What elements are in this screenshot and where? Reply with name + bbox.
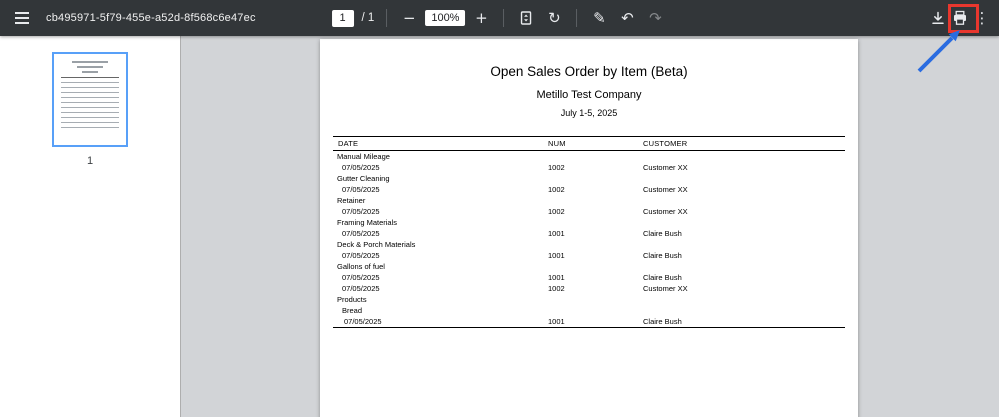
toolbar-divider — [503, 9, 505, 27]
column-header-num: NUM — [548, 138, 566, 148]
toolbar-divider — [386, 9, 388, 27]
num-cell: 1002 — [548, 162, 565, 172]
order-row: 07/05/2025 1001 Claire Bush — [333, 316, 845, 327]
date-cell: 07/05/2025 — [342, 283, 380, 293]
thumbnail-content — [77, 66, 103, 68]
date-cell: 07/05/2025 — [342, 228, 380, 238]
print-button[interactable] — [949, 5, 971, 31]
date-cell: 07/05/2025 — [342, 272, 380, 282]
num-cell: 1001 — [548, 228, 565, 238]
page-count-label: / 1 — [361, 12, 375, 24]
item-group-row: Gallons of fuel — [333, 261, 845, 272]
pdf-viewer-window: cb495971-5f79-455e-a52d-8f568c6e47ec / 1… — [0, 0, 999, 417]
thumbnail-content — [61, 77, 119, 78]
date-cell: 07/05/2025 — [342, 162, 380, 172]
download-button[interactable] — [927, 5, 949, 31]
hamburger-icon — [15, 12, 29, 24]
order-row: 07/05/2025 1002 Customer XX — [333, 206, 845, 217]
annotate-button[interactable]: ✎ — [587, 5, 611, 31]
thumbnail-content — [72, 61, 108, 63]
customer-cell: Customer XX — [643, 283, 688, 293]
undo-button[interactable]: ↶ — [615, 5, 639, 31]
order-row: 07/05/2025 1002 Customer XX — [333, 162, 845, 173]
thumbnail-page-number: 1 — [86, 155, 94, 167]
customer-cell: Claire Bush — [643, 272, 682, 282]
num-cell: 1002 — [548, 206, 565, 216]
customer-cell: Claire Bush — [643, 228, 682, 238]
date-cell: 07/05/2025 — [342, 206, 380, 216]
num-cell: 1001 — [548, 250, 565, 260]
item-group-row: Deck & Porch Materials — [333, 239, 845, 250]
page-thumbnail[interactable] — [52, 52, 128, 147]
customer-cell: Claire Bush — [643, 316, 682, 326]
thumbnail-content — [81, 71, 99, 73]
item-name: Gutter Cleaning — [337, 173, 390, 183]
page-number-input[interactable] — [331, 9, 354, 27]
redo-button[interactable]: ↷ — [643, 5, 667, 31]
item-group-row: Retainer — [333, 195, 845, 206]
num-cell: 1001 — [548, 272, 565, 282]
customer-cell: Customer XX — [643, 184, 688, 194]
company-name: Metillo Test Company — [536, 89, 642, 101]
rotate-button[interactable]: ↻ — [542, 5, 566, 31]
item-group-row: Manual Mileage — [333, 151, 845, 162]
num-cell: 1001 — [548, 316, 565, 326]
print-icon — [954, 10, 966, 25]
menu-button[interactable] — [10, 5, 34, 31]
report-title: Open Sales Order by Item (Beta) — [490, 64, 688, 79]
pdf-page: Open Sales Order by Item (Beta) Metillo … — [320, 39, 858, 417]
report-period: July 1-5, 2025 — [560, 108, 618, 118]
redo-icon: ↷ — [649, 8, 662, 27]
customer-cell: Customer XX — [643, 162, 688, 172]
undo-icon: ↶ — [621, 8, 634, 27]
pdf-toolbar: cb495971-5f79-455e-a52d-8f568c6e47ec / 1… — [0, 0, 999, 36]
order-row: 07/05/2025 1001 Claire Bush — [333, 250, 845, 261]
item-group-row: Products — [333, 294, 845, 305]
item-name: Deck & Porch Materials — [337, 239, 416, 249]
report-table: DATE NUM CUSTOMER Manual Mileage 07/05/2… — [333, 136, 845, 328]
zoom-out-button[interactable]: − — [397, 5, 421, 31]
date-cell: 07/05/2025 — [342, 184, 380, 194]
date-cell: 07/05/2025 — [344, 316, 382, 326]
fit-page-button[interactable] — [514, 5, 538, 31]
table-header-row: DATE NUM CUSTOMER — [333, 137, 845, 151]
three-dot-menu-icon: ⋮ — [974, 8, 990, 27]
item-name: Manual Mileage — [337, 151, 390, 161]
item-group-row: Bread — [333, 305, 845, 316]
num-cell: 1002 — [548, 184, 565, 194]
thumbnail-panel: 1 — [0, 36, 181, 417]
zoom-in-button[interactable]: + — [469, 5, 493, 31]
customer-cell: Customer XX — [643, 206, 688, 216]
item-group-row: Gutter Cleaning — [333, 173, 845, 184]
item-group-row: Framing Materials — [333, 217, 845, 228]
order-row: 07/05/2025 1001 Claire Bush — [333, 272, 845, 283]
num-cell: 1002 — [548, 283, 565, 293]
item-name: Bread — [342, 305, 363, 315]
order-row: 07/05/2025 1001 Claire Bush — [333, 228, 845, 239]
item-name: Gallons of fuel — [337, 261, 385, 271]
date-cell: 07/05/2025 — [342, 250, 380, 260]
pen-icon: ✎ — [593, 8, 606, 27]
order-row: 07/05/2025 1002 Customer XX — [333, 184, 845, 195]
document-filename: cb495971-5f79-455e-a52d-8f568c6e47ec — [46, 12, 256, 24]
item-name: Framing Materials — [337, 217, 398, 227]
customer-cell: Claire Bush — [643, 250, 682, 260]
fit-page-icon — [521, 11, 532, 25]
item-name: Retainer — [337, 195, 366, 205]
more-options-button[interactable]: ⋮ — [971, 5, 993, 31]
download-icon — [932, 11, 944, 24]
column-header-date: DATE — [338, 138, 359, 148]
toolbar-divider — [576, 9, 578, 27]
column-header-customer: CUSTOMER — [643, 138, 688, 148]
order-row: 07/05/2025 1002 Customer XX — [333, 283, 845, 294]
item-name: Products — [337, 294, 367, 304]
rotate-icon: ↻ — [548, 8, 561, 27]
zoom-level-display[interactable]: 100% — [425, 10, 466, 26]
thumbnail-content — [61, 82, 119, 130]
document-viewport[interactable]: Open Sales Order by Item (Beta) Metillo … — [181, 36, 999, 417]
